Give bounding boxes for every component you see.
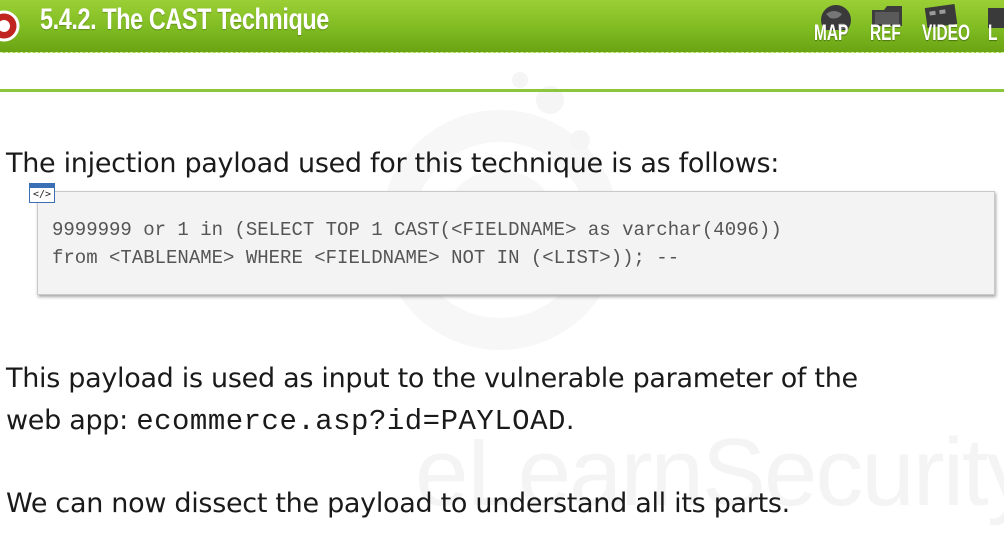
nav-video-button[interactable]: VIDEO [920,0,972,52]
code-icon: </> [29,183,55,203]
header-bar: 5.4.2. The CAST Technique MAP REF VIDEO … [0,0,1004,53]
nav-map-label: MAP [814,20,849,45]
nav-ref-label: REF [870,20,901,45]
page-title: 5.4.2. The CAST Technique [40,3,329,36]
target-logo-icon [0,10,20,42]
nav-lab-label: L [988,20,998,45]
payload-url: ecommerce.asp?id=PAYLOAD [136,405,566,438]
payload-description-line1: This payload is used as input to the vul… [6,363,858,394]
web-app-label: web app: [6,405,137,436]
payload-description-line2: web app: ecommerce.asp?id=PAYLOAD. [6,405,574,438]
code-line-2: from <TABLENAME> WHERE <FIELDNAME> NOT I… [52,247,680,269]
nav-ref-button[interactable]: REF [866,0,916,52]
code-line-1: 9999999 or 1 in (SELECT TOP 1 CAST(<FIEL… [52,219,782,241]
nav-video-label: VIDEO [922,20,970,45]
intro-text: The injection payload used for this tech… [6,148,780,179]
dissect-text: We can now dissect the payload to unders… [6,488,790,519]
code-block: 9999999 or 1 in (SELECT TOP 1 CAST(<FIEL… [37,191,995,295]
period: . [565,405,575,436]
header-separator-line [0,89,1004,92]
nav-map-button[interactable]: MAP [814,0,866,52]
nav-lab-button[interactable]: L [982,0,1004,52]
